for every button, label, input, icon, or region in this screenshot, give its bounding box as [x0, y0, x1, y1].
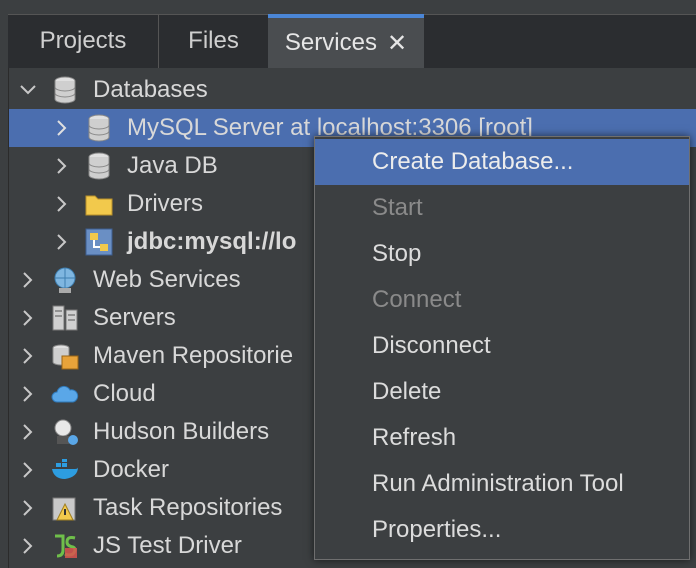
chevron-right-icon[interactable]: [17, 310, 39, 326]
maven-icon: [51, 342, 79, 370]
menu-item-start[interactable]: Start: [315, 185, 689, 231]
tab-label: Services: [284, 29, 377, 56]
menu-item-run-admin-tool[interactable]: Run Administration Tool: [315, 461, 689, 507]
tree-node-label: Maven Repositorie: [93, 342, 294, 369]
chevron-right-icon[interactable]: [17, 462, 39, 478]
js-test-icon: [51, 532, 79, 560]
tree-node-label: jdbc:mysql://lo: [127, 228, 297, 255]
chevron-right-icon[interactable]: [51, 234, 73, 250]
tree-node-label: Docker: [93, 456, 170, 483]
tab-projects[interactable]: Projects: [8, 14, 158, 68]
chevron-down-icon[interactable]: [17, 85, 39, 95]
tree-node-databases[interactable]: Databases: [9, 71, 696, 109]
tab-files[interactable]: Files: [158, 14, 268, 68]
menu-item-create-database[interactable]: Create Database...: [315, 139, 689, 185]
database-icon: [51, 76, 79, 104]
connection-icon: [85, 228, 113, 256]
tree-node-label: Cloud: [93, 380, 156, 407]
chevron-right-icon[interactable]: [17, 272, 39, 288]
tree-node-label: JS Test Driver: [93, 532, 242, 559]
tab-label: Projects: [39, 27, 127, 54]
chevron-right-icon[interactable]: [51, 158, 73, 174]
web-services-icon: [51, 266, 79, 294]
docker-icon: [51, 456, 79, 484]
chevron-right-icon[interactable]: [17, 500, 39, 516]
menu-item-refresh[interactable]: Refresh: [315, 415, 689, 461]
menu-item-connect[interactable]: Connect: [315, 277, 689, 323]
context-menu: Create Database... Start Stop Connect Di…: [314, 136, 690, 560]
database-icon: [85, 152, 113, 180]
menu-item-stop[interactable]: Stop: [315, 231, 689, 277]
cloud-icon: [51, 380, 79, 408]
task-repo-icon: [51, 494, 79, 522]
tab-label: Files: [188, 27, 239, 54]
chevron-right-icon[interactable]: [17, 424, 39, 440]
servers-icon: [51, 304, 79, 332]
chevron-right-icon[interactable]: [17, 386, 39, 402]
chevron-right-icon[interactable]: [17, 348, 39, 364]
folder-icon: [85, 190, 113, 218]
chevron-right-icon[interactable]: [51, 120, 73, 136]
tree-node-label: Java DB: [127, 152, 218, 179]
database-icon: [85, 114, 113, 142]
tree-node-label: Web Services: [93, 266, 241, 293]
tree-node-label: Databases: [93, 76, 208, 103]
chevron-right-icon[interactable]: [51, 196, 73, 212]
tab-services[interactable]: Services ✕: [268, 14, 424, 68]
chevron-right-icon[interactable]: [17, 538, 39, 554]
menu-item-disconnect[interactable]: Disconnect: [315, 323, 689, 369]
tree-node-label: Hudson Builders: [93, 418, 270, 445]
menu-item-delete[interactable]: Delete: [315, 369, 689, 415]
tree-node-label: Servers: [93, 304, 176, 331]
tree-node-label: Task Repositories: [93, 494, 283, 521]
tree-node-label: Drivers: [127, 190, 203, 217]
close-icon[interactable]: ✕: [387, 29, 407, 58]
menu-item-properties[interactable]: Properties...: [315, 507, 689, 553]
hudson-icon: [51, 418, 79, 446]
